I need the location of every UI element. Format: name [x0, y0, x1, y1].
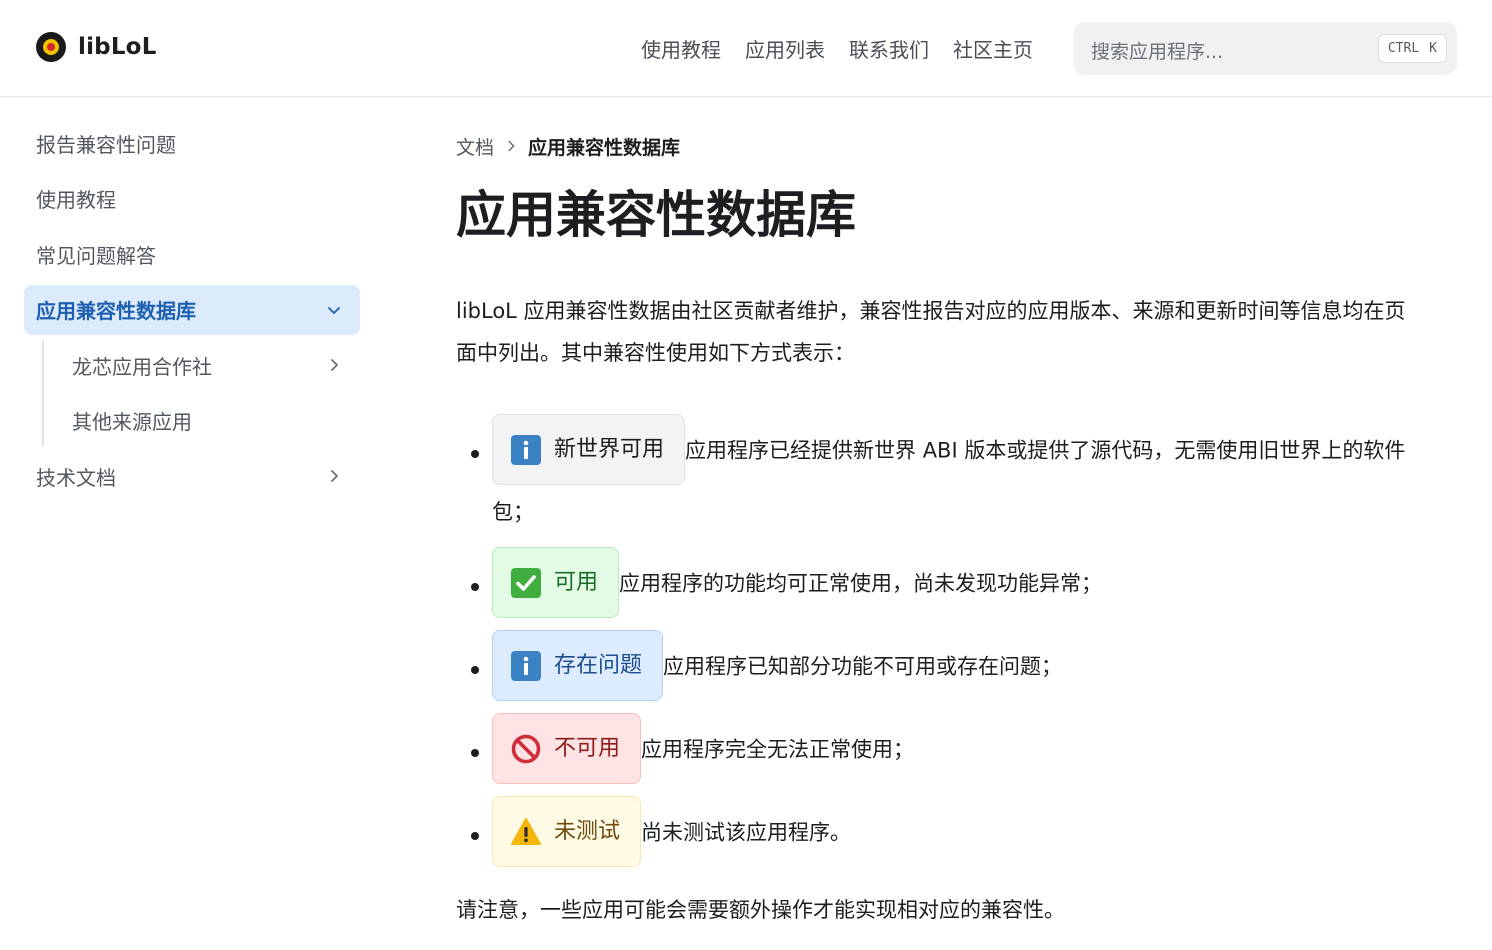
doc-content: 文档 应用兼容性数据库 应用兼容性数据库 libLoL 应用兼容性数据由社区贡献…: [456, 127, 1436, 931]
sidebar-item-label: 龙芯应用合作社: [72, 354, 212, 379]
search-placeholder: 搜索应用程序...: [1091, 41, 1224, 63]
breadcrumb-current: 应用兼容性数据库: [528, 136, 681, 159]
badge-label: 未测试: [554, 818, 621, 844]
legend-description: 尚未测试该应用程序。: [641, 820, 852, 845]
sidebar-item-label: 技术文档: [36, 465, 116, 490]
search-shortcut-hint: CTRL K: [1377, 34, 1447, 63]
nav-link-community[interactable]: 社区主页: [953, 34, 1033, 63]
sidebar-subgroup-compat-db: 龙芯应用合作社 其他来源应用: [42, 340, 360, 446]
sidebar-item-tech-docs[interactable]: 技术文档: [24, 451, 360, 501]
status-badge-available: 可用: [492, 547, 620, 618]
status-badge-new-world: 新世界可用: [492, 414, 686, 485]
chevron-right-icon: [508, 140, 515, 152]
list-item: 可用 应用程序的功能均可正常使用，尚未发现功能异常；: [456, 547, 1436, 620]
badge-label: 新世界可用: [554, 436, 665, 462]
sidebar-item-loongson-coop[interactable]: 龙芯应用合作社: [72, 340, 360, 390]
sidebar-item-label: 常见问题解答: [36, 243, 156, 268]
prohibited-icon: [511, 734, 541, 763]
legend-description: 应用程序已知部分功能不可用或存在问题；: [663, 654, 1063, 679]
warning-icon: [511, 817, 541, 845]
docs-sidebar: 报告兼容性问题 使用教程 常见问题解答 应用兼容性数据库 龙芯应用合作社 其他来…: [24, 118, 360, 507]
badge-label: 可用: [554, 569, 599, 595]
brand-logo-icon: [36, 32, 66, 62]
sidebar-item-label: 报告兼容性问题: [36, 132, 176, 157]
breadcrumb-docs-link[interactable]: 文档: [456, 133, 494, 160]
status-badge-has-issues: 存在问题: [492, 630, 664, 701]
legend-description: 应用程序的功能均可正常使用，尚未发现功能异常；: [619, 571, 1103, 596]
shortcut-letter-key: K: [1429, 41, 1437, 56]
chevron-down-icon[interactable]: [326, 302, 342, 318]
sidebar-item-tutorial[interactable]: 使用教程: [24, 174, 360, 224]
badge-label: 不可用: [554, 735, 621, 761]
list-item: 新世界可用 应用程序已经提供新世界 ABI 版本或提供了源代码，无需使用旧世界上…: [456, 414, 1436, 537]
brand-name: libLoL: [78, 34, 157, 60]
list-item: 存在问题 应用程序已知部分功能不可用或存在问题；: [456, 630, 1436, 703]
status-badge-unavailable: 不可用: [492, 713, 642, 784]
sidebar-item-label: 应用兼容性数据库: [36, 299, 196, 323]
nav-link-app-list[interactable]: 应用列表: [745, 34, 825, 63]
badge-label: 存在问题: [554, 652, 643, 678]
brand-logo-link[interactable]: libLoL: [36, 32, 157, 62]
sidebar-item-label: 使用教程: [36, 188, 116, 212]
intro-paragraph: libLoL 应用兼容性数据由社区贡献者维护，兼容性报告对应的应用版本、来源和更…: [456, 299, 1406, 365]
nav-link-tutorial[interactable]: 使用教程: [641, 34, 721, 63]
compat-legend-list: 新世界可用 应用程序已经提供新世界 ABI 版本或提供了源代码，无需使用旧世界上…: [456, 414, 1436, 869]
check-icon: [511, 567, 541, 598]
list-item: 不可用 应用程序完全无法正常使用；: [456, 713, 1436, 786]
search-input[interactable]: 搜索应用程序... CTRL K: [1073, 22, 1457, 75]
nav-link-contact[interactable]: 联系我们: [849, 34, 929, 63]
sidebar-item-compat-db[interactable]: 应用兼容性数据库: [24, 284, 360, 335]
status-badge-untested: 未测试: [492, 796, 642, 867]
breadcrumb: 文档 应用兼容性数据库: [456, 127, 1436, 165]
chevron-right-icon[interactable]: [326, 468, 342, 484]
compat-note: 请注意，一些应用可能会需要额外操作才能实现相对应的兼容性。: [456, 898, 1065, 922]
info-icon: [511, 650, 541, 681]
page-title: 应用兼容性数据库: [456, 186, 856, 244]
sidebar-item-faq[interactable]: 常见问题解答: [24, 229, 360, 279]
sidebar-item-other-sources[interactable]: 其他来源应用: [72, 396, 360, 446]
shortcut-mod-key: CTRL: [1387, 41, 1420, 56]
top-navbar: libLoL 使用教程 应用列表 联系我们 社区主页 搜索应用程序... CTR…: [0, 0, 1492, 97]
list-item: 未测试 尚未测试该应用程序。: [456, 796, 1436, 869]
legend-description: 应用程序完全无法正常使用；: [641, 737, 915, 762]
sidebar-item-report-issue[interactable]: 报告兼容性问题: [24, 118, 360, 168]
info-icon: [511, 434, 541, 465]
chevron-right-icon[interactable]: [326, 357, 342, 373]
top-nav: 使用教程 应用列表 联系我们 社区主页: [641, 34, 1033, 63]
sidebar-item-label: 其他来源应用: [72, 410, 192, 434]
